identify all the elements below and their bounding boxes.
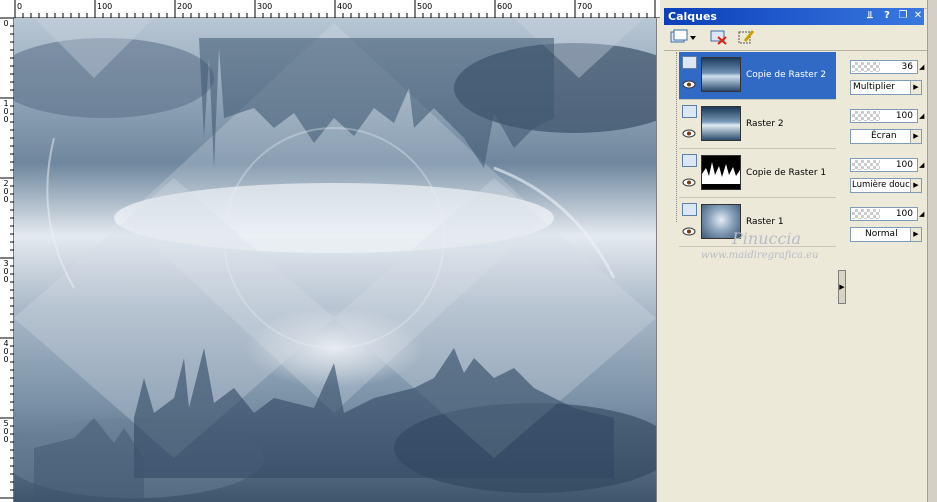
watermark-site: www.maidiregrafica.eu [701, 250, 819, 261]
layer-row[interactable]: Copie de Raster 1 [679, 150, 836, 198]
eye-icon[interactable] [682, 227, 696, 236]
watermark-name: Pinuccia [732, 229, 802, 248]
palette-title-bar[interactable]: Calques ⫫ ? ❐ ✕ [664, 8, 924, 25]
image-canvas[interactable] [14, 18, 656, 502]
eye-icon[interactable] [682, 80, 696, 89]
ruler-label: 0 [3, 19, 9, 28]
ruler-label: 0 [17, 2, 23, 11]
layer-row[interactable]: Copie de Raster 2 [679, 52, 836, 100]
opacity-checker [852, 160, 880, 170]
opacity-field[interactable]: 100 [850, 109, 918, 123]
opacity-field[interactable]: 100 [850, 207, 918, 221]
blend-mode-select[interactable]: Multiplier ▶ [850, 80, 922, 95]
blend-mode-value: Multiplier [853, 82, 895, 92]
new-layer-icon[interactable] [670, 29, 696, 45]
opacity-value: 100 [895, 160, 913, 170]
layer-thumbnail [701, 106, 741, 141]
opacity-checker [852, 209, 880, 219]
layer-row[interactable]: Raster 2 [679, 101, 836, 149]
opacity-field[interactable]: 36 [850, 60, 918, 74]
opacity-spinner[interactable]: ◢ [919, 158, 925, 172]
chevron-right-icon[interactable]: ▶ [910, 81, 921, 94]
delete-layer-icon[interactable] [710, 29, 728, 45]
layer-name: Copie de Raster 1 [746, 168, 827, 178]
layer-properties: 36 ◢ Multiplier ▶ 100 ◢ Écran ▶ 100 ◢ Lu… [847, 52, 927, 502]
ruler-label: 400 [337, 2, 353, 11]
layer-thumbnail [701, 57, 741, 92]
layer-visibility-toggle[interactable] [682, 203, 697, 216]
layer-thumbnail [701, 155, 741, 190]
chevron-right-icon[interactable]: ▶ [910, 130, 921, 143]
opacity-spinner[interactable]: ◢ [919, 207, 925, 221]
help-icon[interactable]: ? [881, 10, 893, 22]
ruler-label: 5 0 0 [3, 419, 9, 444]
layer-name: Raster 1 [746, 217, 784, 227]
pin-icon[interactable]: ⫫ [864, 10, 876, 22]
eye-icon[interactable] [682, 129, 696, 138]
layer-visibility-toggle[interactable] [682, 154, 697, 167]
blend-mode-select[interactable]: Normal ▶ [850, 227, 922, 242]
blend-mode-select[interactable]: Écran ▶ [850, 129, 922, 144]
ruler-label: 500 [417, 2, 433, 11]
blend-mode-value: Lumière douce [852, 180, 915, 190]
window-edge [927, 0, 937, 502]
chevron-right-icon[interactable]: ▶ [910, 228, 921, 241]
canvas-artwork [14, 18, 656, 502]
ruler-label: 700 [577, 2, 593, 11]
restore-icon[interactable]: ❐ [897, 10, 909, 22]
blend-mode-value: Normal [865, 229, 898, 239]
layer-list: Copie de Raster 2 Raster 2 Copie de Rast… [676, 52, 838, 502]
opacity-checker [852, 111, 880, 121]
ruler-label: 3 0 0 [3, 259, 9, 284]
opacity-spinner[interactable]: ◢ [919, 109, 925, 123]
chevron-right-icon[interactable]: ▶ [910, 179, 921, 192]
ruler-label: 4 0 0 [3, 339, 9, 364]
horizontal-ruler: 0 100 200 300 400 500 600 700 [0, 0, 660, 18]
layer-visibility-toggle[interactable] [682, 56, 697, 69]
ruler-label: 1 0 0 [3, 99, 9, 124]
layer-visibility-toggle[interactable] [682, 105, 697, 118]
opacity-value: 36 [901, 62, 913, 72]
ruler-label: 100 [97, 2, 113, 11]
opacity-value: 100 [895, 111, 913, 121]
opacity-field[interactable]: 100 [850, 158, 918, 172]
ruler-label: 600 [497, 2, 513, 11]
opacity-value: 100 [895, 209, 913, 219]
layer-name: Copie de Raster 2 [746, 70, 827, 80]
layer-name: Raster 2 [746, 119, 784, 129]
layers-toolbar [664, 25, 937, 51]
blend-mode-value: Écran [871, 131, 897, 141]
ruler-label: 200 [177, 2, 193, 11]
opacity-spinner[interactable]: ◢ [919, 60, 925, 74]
opacity-checker [852, 62, 880, 72]
blend-mode-select[interactable]: Lumière douce ▶ [850, 178, 922, 193]
ruler-label: 2 0 0 [3, 179, 9, 204]
edit-selection-icon[interactable] [738, 29, 756, 45]
canvas-border [656, 18, 664, 502]
eye-icon[interactable] [682, 178, 696, 187]
panel-splitter-button[interactable]: ▶ [838, 270, 846, 304]
ruler-label: 300 [257, 2, 273, 11]
close-icon[interactable]: ✕ [912, 10, 924, 22]
palette-title: Calques [668, 10, 717, 23]
vertical-ruler: 0 1 0 0 2 0 0 3 0 0 4 0 0 5 0 0 [0, 18, 14, 502]
